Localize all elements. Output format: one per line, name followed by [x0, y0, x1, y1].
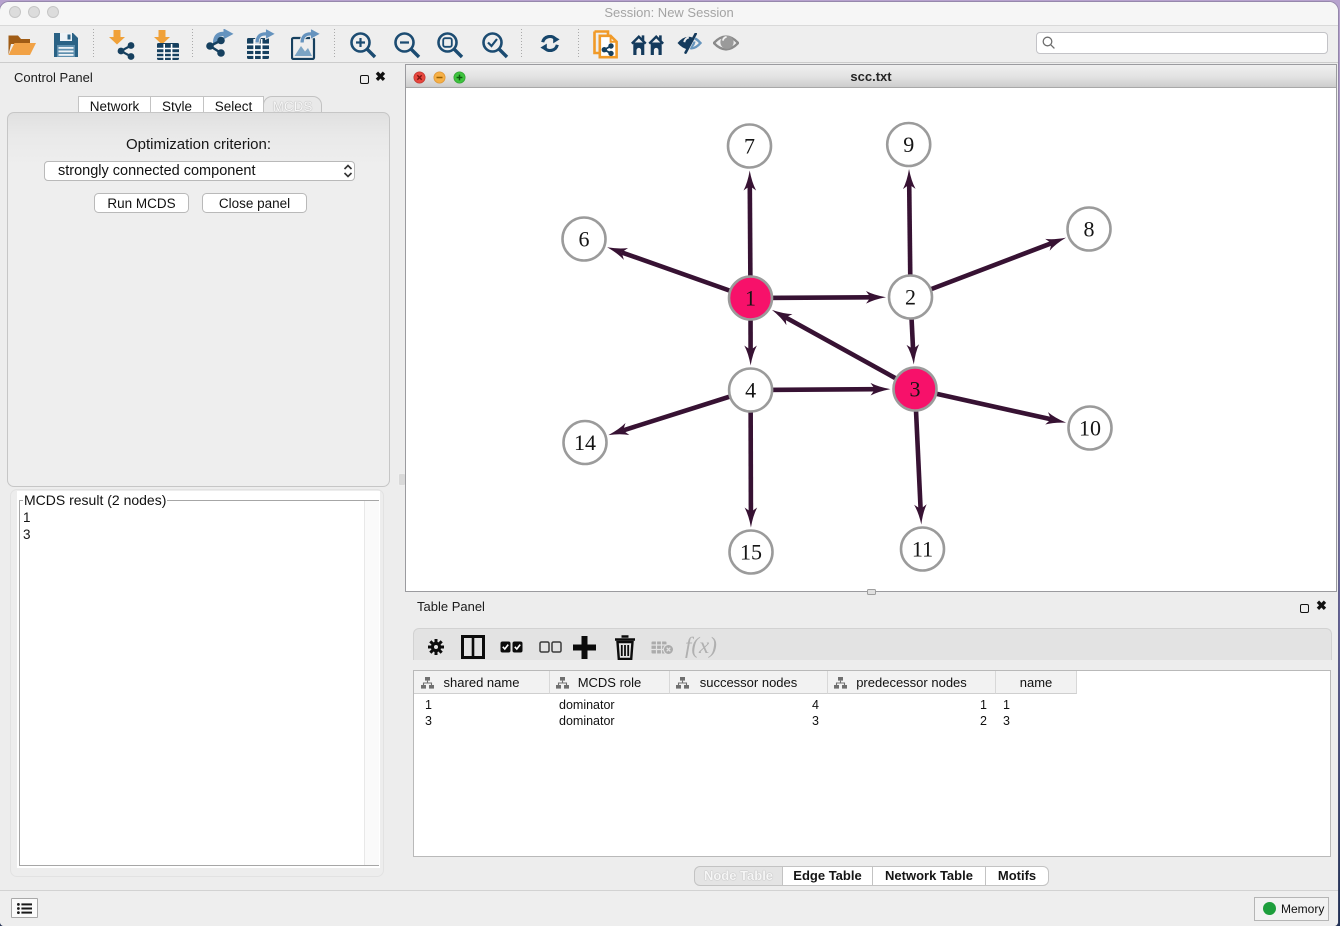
svg-text:9: 9: [903, 132, 914, 157]
svg-text:7: 7: [744, 134, 755, 159]
svg-text:10: 10: [1079, 416, 1101, 441]
svg-text:2: 2: [905, 285, 916, 310]
svg-text:8: 8: [1084, 217, 1095, 242]
svg-text:15: 15: [740, 540, 762, 565]
svg-text:4: 4: [745, 378, 756, 403]
svg-text:14: 14: [574, 430, 596, 455]
svg-text:11: 11: [912, 537, 933, 562]
svg-text:1: 1: [745, 286, 756, 311]
svg-text:3: 3: [910, 377, 921, 402]
svg-text:6: 6: [579, 227, 590, 252]
